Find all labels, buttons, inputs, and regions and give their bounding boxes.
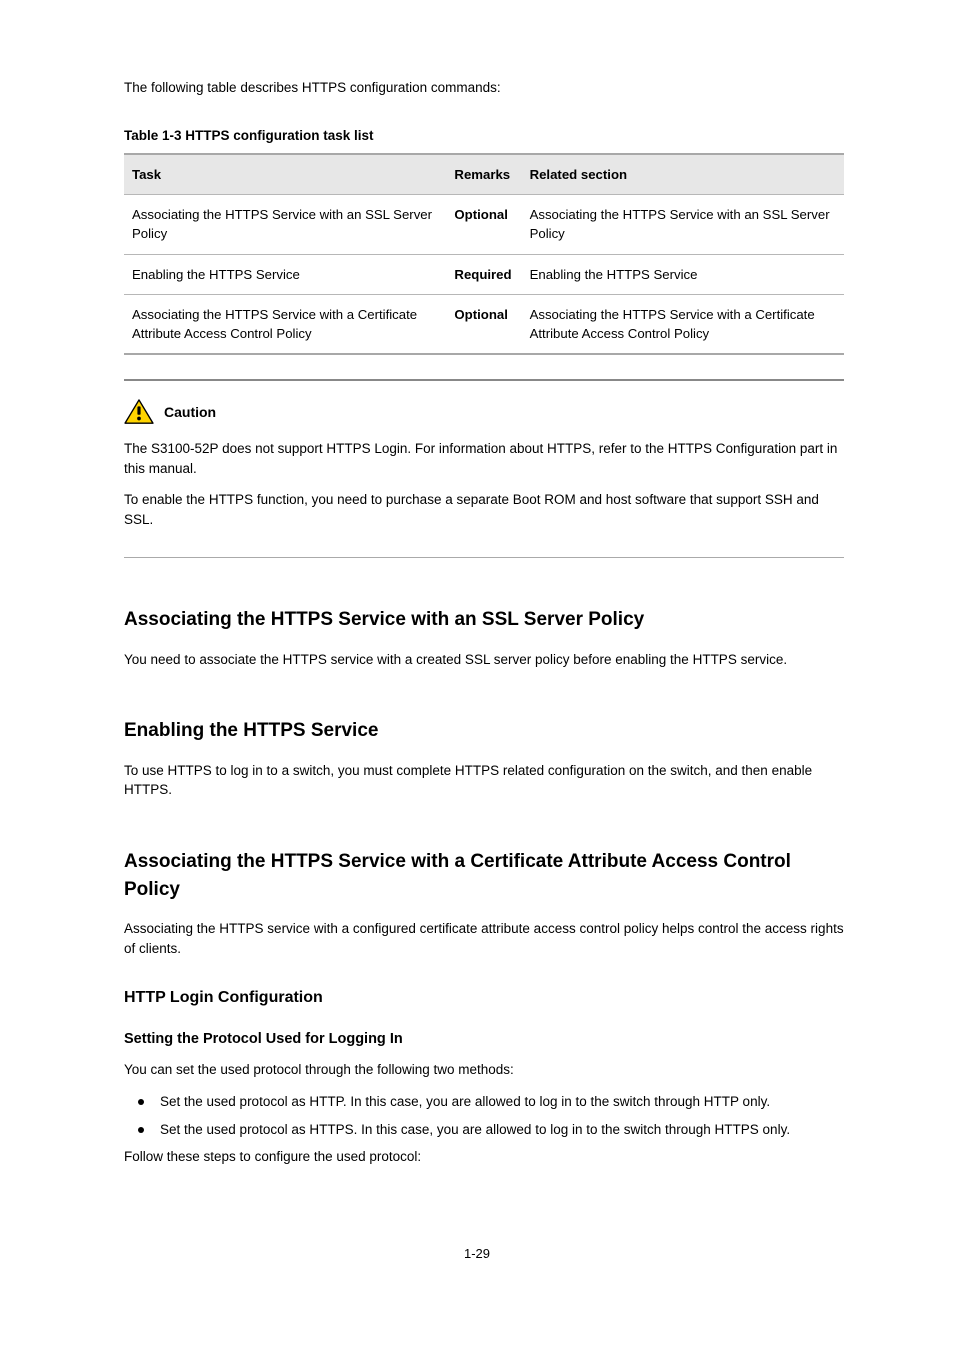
caution-label: Caution	[164, 402, 216, 422]
caution-text: To enable the HTTPS function, you need t…	[124, 490, 844, 529]
cell-remarks: Optional	[446, 195, 521, 254]
section-text: Associating the HTTPS service with a con…	[124, 919, 844, 958]
section-heading-cert-policy: Associating the HTTPS Service with a Cer…	[124, 848, 844, 903]
subsection-heading-http-login: HTTP Login Configuration	[124, 986, 844, 1009]
table-row: Associating the HTTPS Service with a Cer…	[124, 294, 844, 354]
warning-icon	[124, 399, 154, 425]
page-number: 1-29	[0, 1245, 954, 1264]
cell-section: Associating the HTTPS Service with an SS…	[522, 195, 844, 254]
protocol-method-list: Set the used protocol as HTTP. In this c…	[124, 1092, 844, 1139]
config-table: Task Remarks Related section Associating…	[124, 153, 844, 355]
cell-task: Associating the HTTPS Service with a Cer…	[124, 294, 446, 354]
section-heading-enable-https: Enabling the HTTPS Service	[124, 717, 844, 745]
setting-heading-protocol: Setting the Protocol Used for Logging In	[124, 1029, 844, 1050]
intro-text: The following table describes HTTPS conf…	[124, 78, 844, 98]
table-row: Associating the HTTPS Service with an SS…	[124, 195, 844, 254]
caution-callout: Caution The S3100-52P does not support H…	[124, 379, 844, 558]
cell-task: Enabling the HTTPS Service	[124, 254, 446, 294]
setting-lead: You can set the used protocol through th…	[124, 1060, 844, 1080]
cell-remarks: Optional	[446, 294, 521, 354]
list-item: Set the used protocol as HTTPS. In this …	[138, 1120, 844, 1140]
table-caption: Table 1-3 HTTPS configuration task list	[124, 126, 844, 146]
cell-section: Enabling the HTTPS Service	[522, 254, 844, 294]
list-item: Set the used protocol as HTTP. In this c…	[138, 1092, 844, 1112]
table-header-row: Task Remarks Related section	[124, 154, 844, 195]
setting-tail: Follow these steps to configure the used…	[124, 1147, 844, 1167]
col-remarks: Remarks	[446, 154, 521, 195]
col-section: Related section	[522, 154, 844, 195]
cell-task: Associating the HTTPS Service with an SS…	[124, 195, 446, 254]
cell-remarks: Required	[446, 254, 521, 294]
cell-section: Associating the HTTPS Service with a Cer…	[522, 294, 844, 354]
caution-text: The S3100-52P does not support HTTPS Log…	[124, 439, 844, 478]
section-text: You need to associate the HTTPS service …	[124, 650, 844, 670]
col-task: Task	[124, 154, 446, 195]
table-row: Enabling the HTTPS Service Required Enab…	[124, 254, 844, 294]
section-heading-ssl: Associating the HTTPS Service with an SS…	[124, 606, 844, 634]
section-text: To use HTTPS to log in to a switch, you …	[124, 761, 844, 800]
